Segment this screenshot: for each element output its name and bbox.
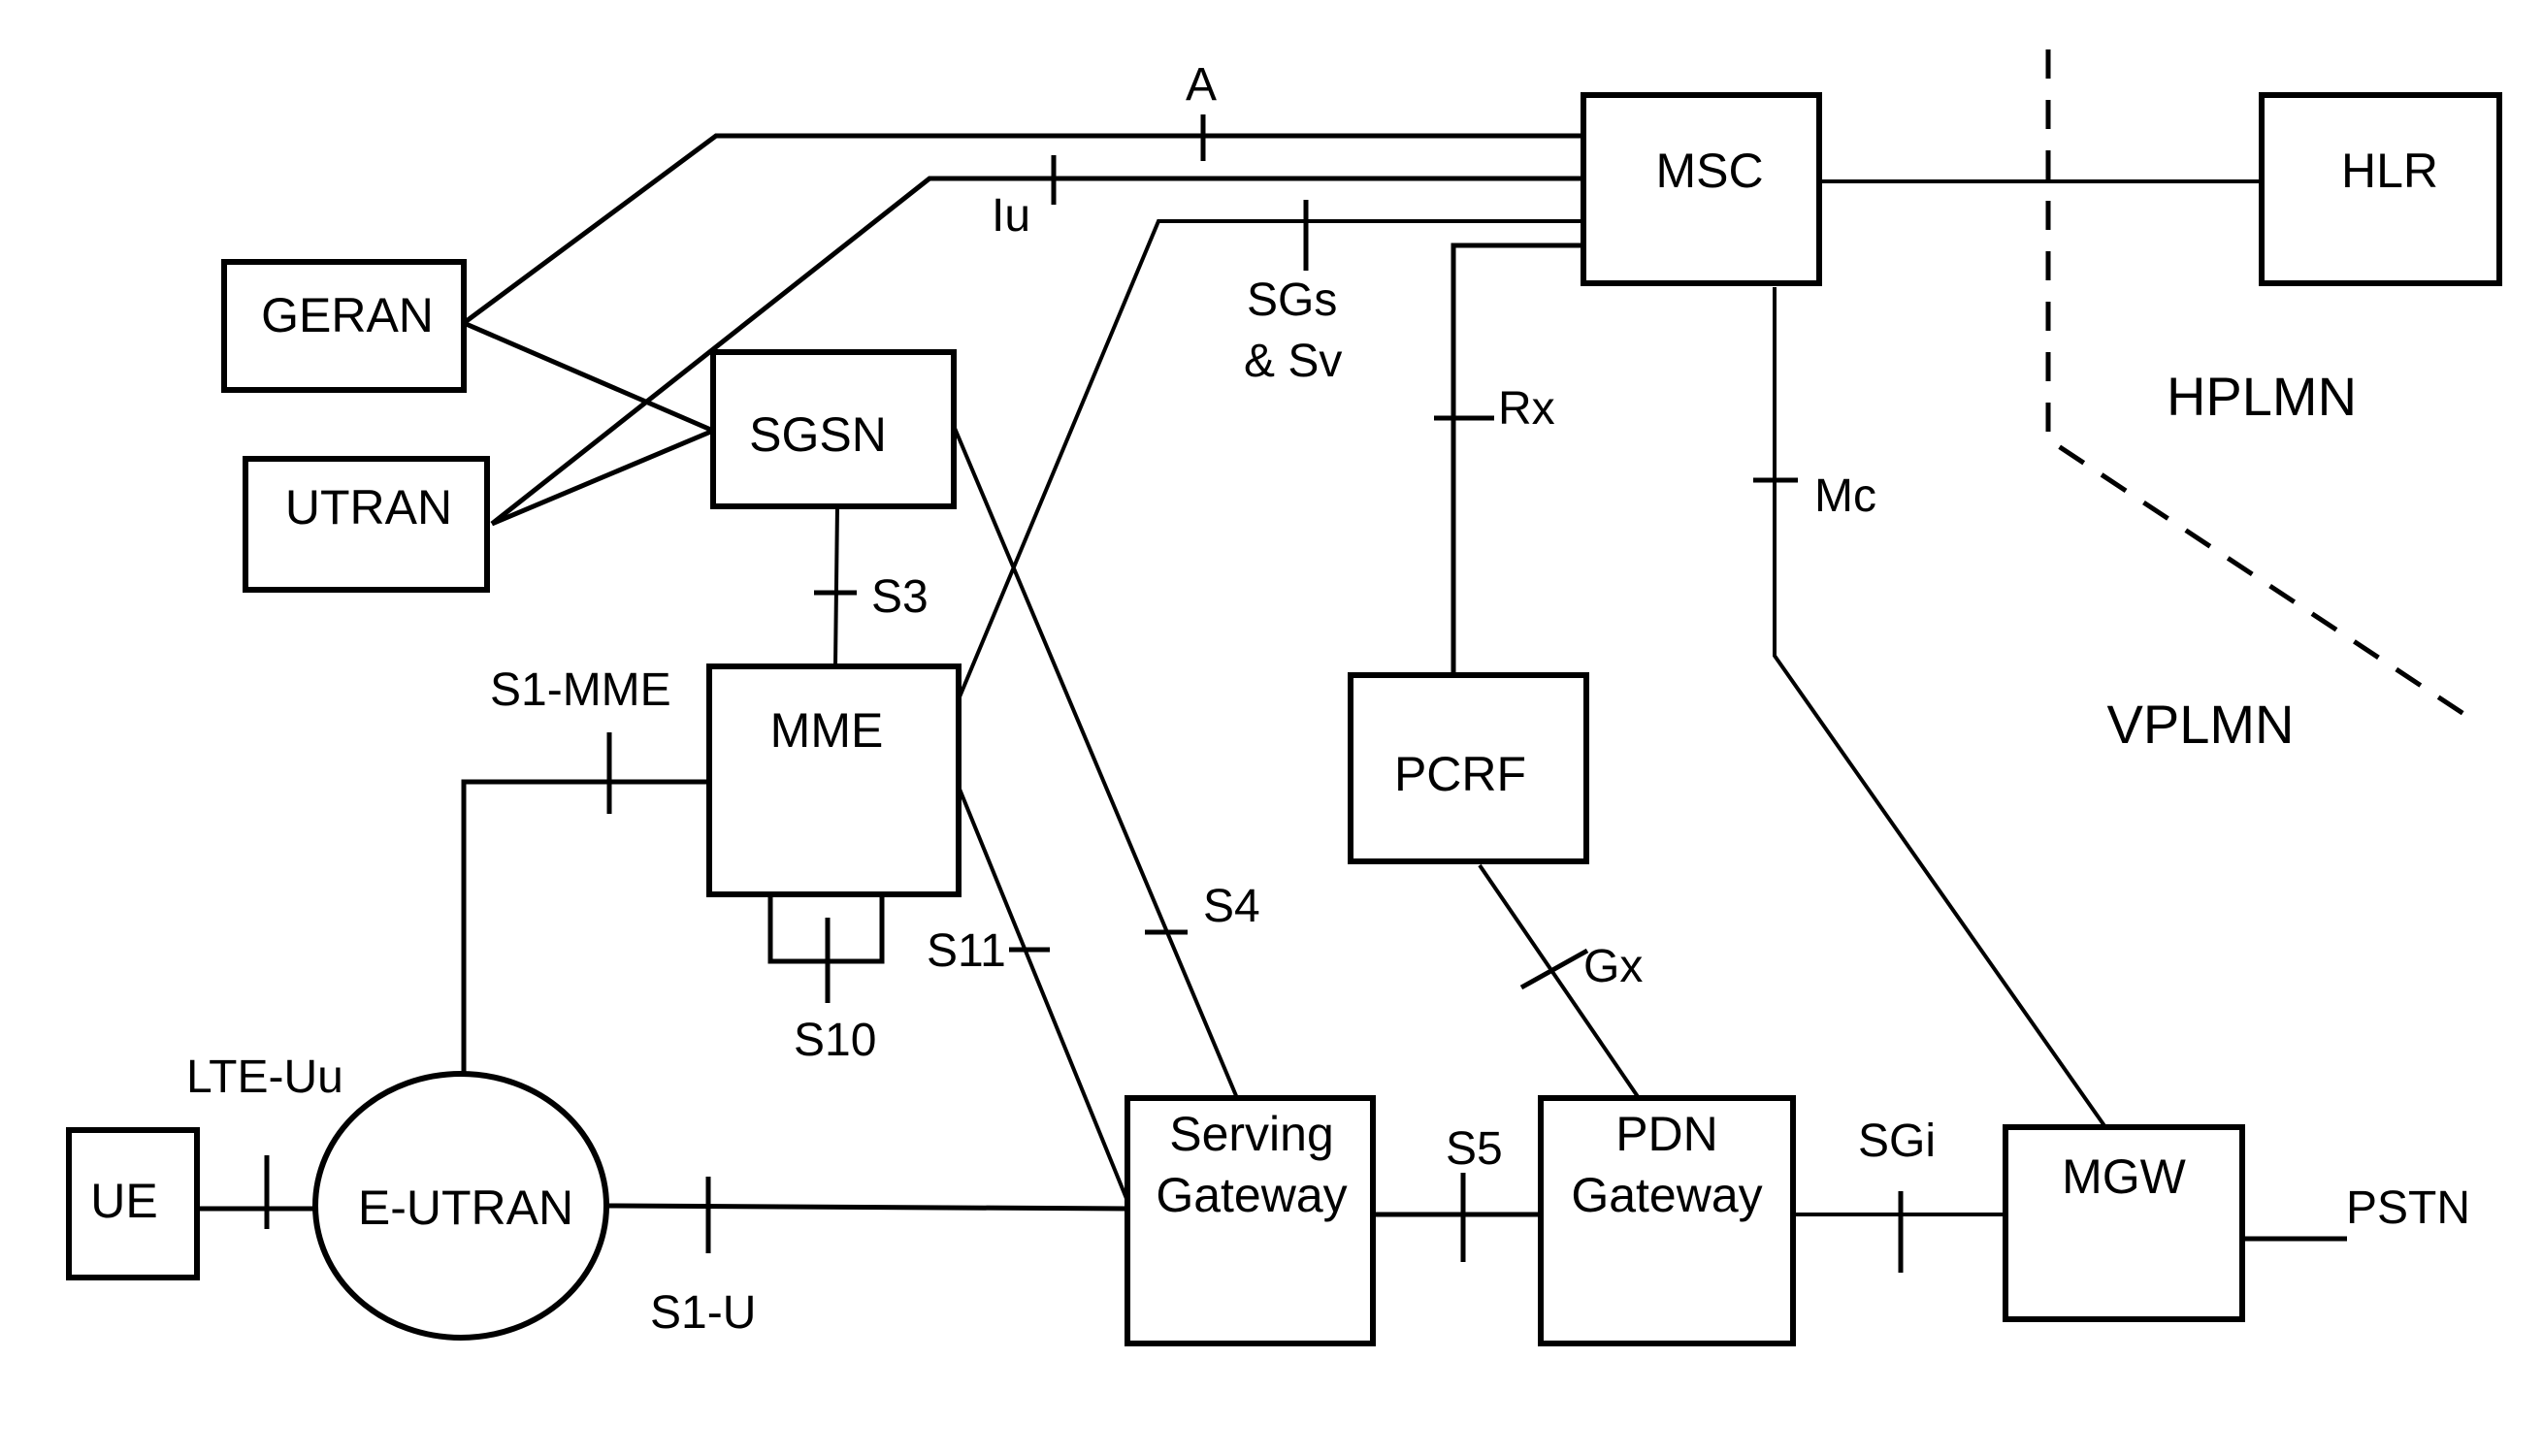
pcrf-node: PCRF (1348, 672, 1589, 864)
sgi-interface-label: SGi (1858, 1116, 1936, 1167)
pdn-gateway-label-line1: PDN (1615, 1107, 1718, 1161)
eutran-label: E-UTRAN (358, 1181, 573, 1235)
sgs-interface-label: SGs (1247, 275, 1337, 326)
ue-label: UE (90, 1174, 157, 1228)
iu-interface-link (490, 176, 1583, 526)
geran-label: GERAN (261, 288, 434, 342)
s1-u-interface-link (605, 1203, 1128, 1212)
eutran-node: E-UTRAN (312, 1071, 609, 1341)
utran-label: UTRAN (285, 480, 452, 534)
s10-interface-label: S10 (794, 1015, 876, 1066)
mme-label: MME (770, 703, 884, 758)
pcrf-label: PCRF (1394, 747, 1526, 801)
pstn-label: PSTN (2346, 1182, 2470, 1234)
serving-gateway-label-line2: Gateway (1156, 1168, 1347, 1222)
rx-interface-link (1451, 243, 1583, 675)
pdn-gateway-label-line2: Gateway (1571, 1168, 1762, 1222)
s5-interface-label: S5 (1446, 1123, 1503, 1175)
sgsn-label: SGSN (749, 407, 887, 462)
s4-interface-link (952, 425, 1239, 1099)
a-interface-label: A (1186, 59, 1217, 111)
s4-interface-label: S4 (1203, 881, 1260, 932)
mme-node: MME (706, 663, 962, 897)
sgsn-node: SGSN (710, 349, 957, 509)
pdn-gateway-node: PDN Gateway (1538, 1095, 1796, 1346)
msc-label: MSC (1655, 144, 1763, 198)
s11-interface-link (957, 786, 1129, 1202)
serving-gateway-label-line1: Serving (1169, 1107, 1334, 1161)
hlr-node: HLR (2259, 92, 2502, 286)
msc-node: MSC (1581, 92, 1822, 286)
lte-uu-interface-label: LTE-Uu (186, 1052, 343, 1103)
network-diagram: HPLMN VPLMN A Iu SGs & Sv Rx Mc S3 S1-MM… (66, 49, 2502, 1346)
rx-interface-label: Rx (1498, 383, 1555, 435)
vplmn-label: VPLMN (2107, 694, 2295, 755)
gx-interface-tick (1519, 948, 1589, 990)
mgw-node: MGW (2003, 1124, 2245, 1322)
iu-interface-label: Iu (992, 190, 1030, 242)
utran-node: UTRAN (243, 456, 490, 593)
utran-sgsn-link (491, 428, 714, 527)
serving-gateway-node: Serving Gateway (1125, 1095, 1376, 1346)
geran-node: GERAN (221, 259, 467, 393)
s11-interface-label: S11 (927, 925, 1006, 977)
mc-interface-link (1773, 287, 2107, 1129)
sv-interface-label: & Sv (1244, 336, 1342, 387)
hplmn-label: HPLMN (2167, 366, 2357, 427)
s3-interface-link (833, 505, 839, 667)
s1-u-interface-label: S1-U (650, 1287, 756, 1339)
s1-mme-interface-link (461, 779, 709, 1082)
mc-interface-label: Mc (1814, 470, 1876, 522)
s3-interface-label: S3 (871, 571, 929, 623)
gx-interface-label: Gx (1583, 941, 1643, 992)
ue-node: UE (66, 1127, 200, 1280)
hlr-label: HLR (2341, 144, 2438, 198)
s1-mme-interface-label: S1-MME (490, 664, 671, 716)
mgw-label: MGW (2062, 1149, 2187, 1204)
